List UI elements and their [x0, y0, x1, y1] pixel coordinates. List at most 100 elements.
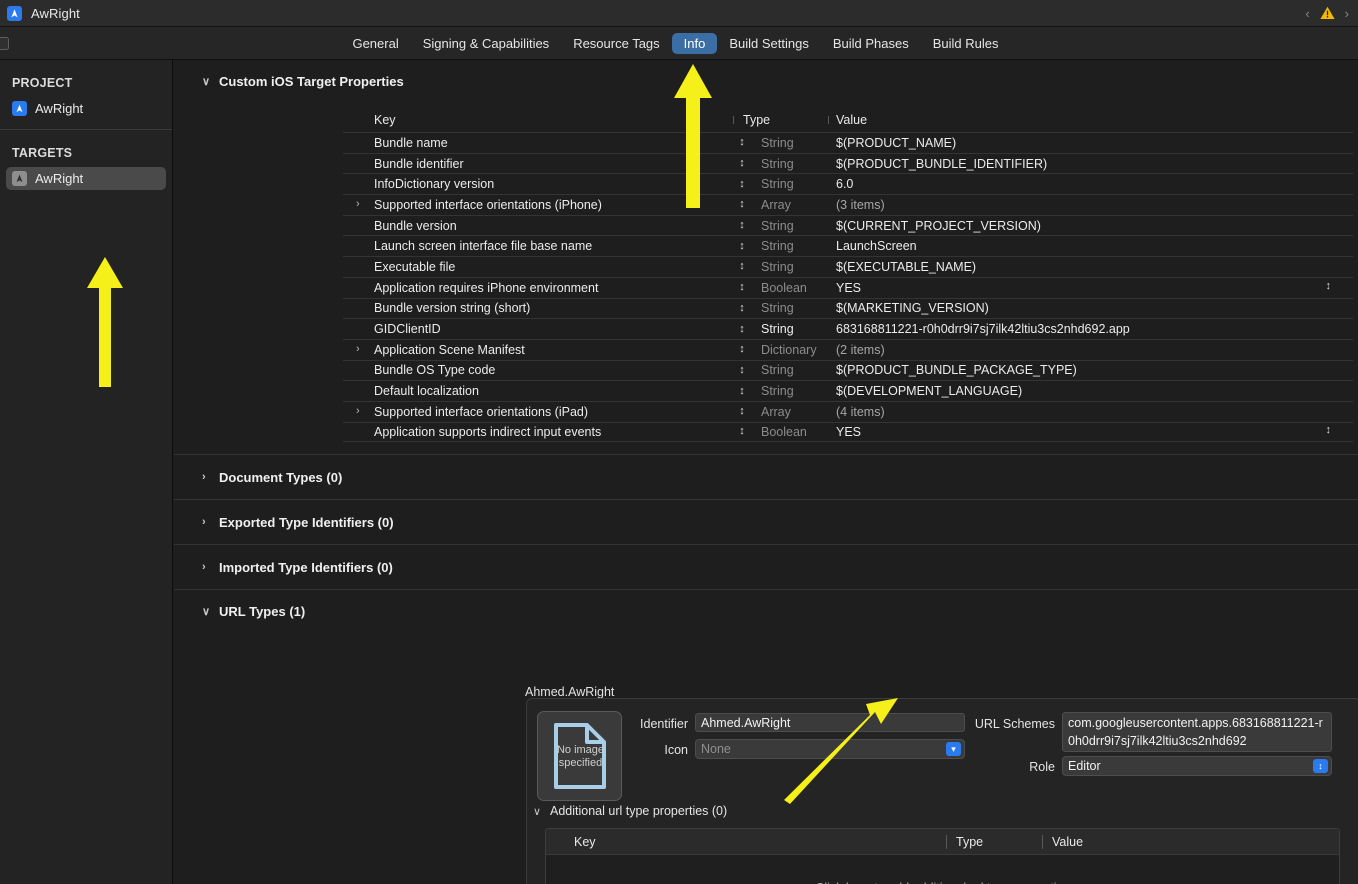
row-value[interactable]: $(PRODUCT_BUNDLE_IDENTIFIER) — [828, 157, 1353, 171]
row-type-stepper-icon[interactable]: ↕ — [733, 261, 751, 272]
row-type: Array — [761, 404, 791, 419]
section-imported-type-identifiers[interactable]: › Imported Type Identifiers (0) — [174, 544, 1358, 589]
row-type: String — [761, 322, 794, 337]
table-body: Bundle name ↕ String $(PRODUCT_NAME) Bundle … — [343, 132, 1353, 443]
table-row[interactable]: GIDClientID ↕ String 683168811221-r0h0drr9i… — [343, 318, 1353, 339]
chevron-right-icon[interactable]: › — [356, 343, 360, 355]
tab-build-rules[interactable]: Build Rules — [921, 33, 1011, 54]
row-value[interactable]: $(EXECUTABLE_NAME) — [828, 260, 1353, 274]
row-value[interactable]: (4 items) — [828, 405, 1353, 419]
chevron-down-icon[interactable]: ∨ — [533, 805, 546, 818]
section-url-types[interactable]: ∨ URL Types (1) — [174, 589, 1358, 633]
table-row[interactable]: Application supports indirect input even… — [343, 421, 1353, 443]
table-row[interactable]: Default localization ↕ String $(DEVELOPMENT… — [343, 380, 1353, 401]
url-type-icon-well[interactable]: No image specified — [537, 711, 622, 801]
identifier-input[interactable] — [695, 713, 965, 732]
row-value[interactable]: $(PRODUCT_NAME) — [828, 136, 1353, 150]
tab-info[interactable]: Info — [671, 32, 718, 54]
row-value[interactable]: $(PRODUCT_BUNDLE_PACKAGE_TYPE) — [828, 363, 1353, 377]
row-key: Bundle name — [374, 135, 448, 150]
table-row[interactable]: Bundle OS Type code ↕ String $(PRODUCT_BUND… — [343, 359, 1353, 381]
pane-toggle-button[interactable] — [0, 36, 9, 50]
url-schemes-input[interactable]: com.googleusercontent.apps.683168811221-… — [1062, 712, 1332, 752]
row-type-stepper-icon[interactable]: ↕ — [733, 344, 751, 355]
additional-url-props-disclosure[interactable]: ∨ Additional url type properties (0) — [533, 804, 727, 818]
row-type: String — [761, 259, 794, 274]
chevron-right-icon[interactable]: › — [356, 405, 360, 417]
popup-stepper-icon[interactable]: ↕ — [1313, 759, 1328, 773]
additional-url-props-title: Additional url type properties (0) — [550, 804, 728, 818]
row-type-stepper-icon[interactable]: ↕ — [733, 406, 751, 417]
row-value[interactable]: $(DEVELOPMENT_LANGUAGE) — [828, 384, 1353, 398]
table-row[interactable]: › Supported interface orientations (iPad)… — [343, 400, 1353, 422]
table-header-row: Key Type Value — [546, 829, 1339, 855]
chevron-down-icon[interactable]: ▾ — [946, 742, 961, 756]
sidebar-item-target-awright[interactable]: AwRight — [6, 167, 166, 190]
row-type-stepper-icon[interactable]: ↕ — [733, 302, 751, 314]
column-header-key: Key — [374, 113, 396, 127]
chevron-right-icon[interactable]: › — [202, 516, 215, 528]
column-header-value: Value — [1042, 834, 1339, 849]
additional-url-props-table: Key Type Value Click here to add additio… — [545, 828, 1340, 884]
row-type: String — [761, 363, 794, 378]
chevron-down-icon[interactable]: ∨ — [202, 605, 215, 618]
row-type-stepper-icon[interactable]: ↕ — [733, 137, 751, 148]
row-value[interactable]: 683168811221-r0h0drr9i7sj7ilk42ltiu3cs2n… — [828, 322, 1353, 336]
row-type: String — [761, 239, 794, 254]
row-value[interactable]: YES ↕ — [828, 281, 1353, 295]
table-header-row: Key Type Value — [343, 108, 1353, 132]
tab-build-settings[interactable]: Build Settings — [717, 33, 821, 54]
row-value[interactable]: $(MARKETING_VERSION) — [828, 301, 1353, 315]
table-row[interactable]: Bundle name ↕ String $(PRODUCT_NAME) — [343, 132, 1353, 153]
row-type-stepper-icon[interactable]: ↕ — [733, 282, 751, 293]
section-document-types[interactable]: › Document Types (0) — [174, 454, 1358, 499]
warning-triangle-icon[interactable] — [1319, 5, 1336, 21]
row-value[interactable]: LaunchScreen — [828, 239, 1353, 253]
table-row[interactable]: Bundle version string (short) ↕ String $(MA… — [343, 297, 1353, 319]
section-title: Exported Type Identifiers (0) — [219, 514, 394, 530]
tab-signing[interactable]: Signing & Capabilities — [411, 33, 561, 54]
table-row[interactable]: Bundle identifier ↕ String $(PRODUCT_BUNDLE… — [343, 152, 1353, 174]
row-value[interactable]: (2 items) — [828, 343, 1353, 357]
column-header-key: Key — [574, 834, 596, 849]
row-type-stepper-icon[interactable]: ↕ — [733, 364, 751, 376]
chevron-down-icon[interactable]: ∨ — [202, 75, 215, 88]
table-row[interactable]: Executable file ↕ String $(EXECUTABLE_NAME) — [343, 256, 1353, 277]
row-type-stepper-icon[interactable]: ↕ — [733, 323, 751, 335]
table-row[interactable]: Bundle version ↕ String $(CURRENT_PROJECT_V… — [343, 214, 1353, 236]
section-custom-ios-target-properties[interactable]: ∨ Custom iOS Target Properties — [174, 74, 404, 89]
row-type-stepper-icon[interactable]: ↕ — [733, 385, 751, 397]
row-value[interactable]: (3 items) — [828, 198, 1353, 212]
chevron-right-icon[interactable]: › — [202, 471, 215, 483]
row-type-stepper-icon[interactable]: ↕ — [733, 199, 751, 210]
boolean-value-stepper-icon[interactable]: ↕ — [1326, 281, 1332, 292]
table-row[interactable]: InfoDictionary version ↕ String 6.0 — [343, 173, 1353, 194]
tab-build-phases[interactable]: Build Phases — [821, 33, 921, 54]
role-dropdown[interactable]: Editor ↕ — [1062, 756, 1332, 776]
back-chevron-icon[interactable]: ‹ — [1305, 7, 1309, 20]
row-type-stepper-icon[interactable]: ↕ — [733, 220, 751, 231]
table-row[interactable]: Launch screen interface file base name ↕ S… — [343, 235, 1353, 256]
row-type: String — [761, 301, 794, 316]
tab-resource-tags[interactable]: Resource Tags — [561, 33, 671, 54]
row-type-stepper-icon[interactable]: ↕ — [733, 158, 751, 169]
row-value[interactable]: $(CURRENT_PROJECT_VERSION) — [828, 219, 1353, 233]
icon-combobox[interactable]: None ▾ — [695, 739, 965, 759]
table-row[interactable]: › Supported interface orientations (iPhon… — [343, 194, 1353, 215]
chevron-right-icon[interactable]: › — [356, 198, 360, 210]
table-row[interactable]: › Application Scene Manifest ↕ Dictionary (2… — [343, 338, 1353, 360]
boolean-value-stepper-icon[interactable]: ↕ — [1326, 425, 1332, 436]
row-value[interactable]: YES ↕ — [828, 425, 1353, 439]
forward-chevron-icon[interactable]: › — [1345, 7, 1349, 20]
column-header-type: Type — [946, 834, 1042, 849]
row-value[interactable]: 6.0 — [828, 177, 1353, 191]
section-exported-type-identifiers[interactable]: › Exported Type Identifiers (0) — [174, 499, 1358, 544]
row-type-stepper-icon[interactable]: ↕ — [733, 426, 751, 437]
chevron-right-icon[interactable]: › — [202, 561, 215, 573]
row-type-stepper-icon[interactable]: ↕ — [733, 178, 751, 190]
table-row[interactable]: Application requires iPhone environment ↕… — [343, 276, 1353, 298]
tab-general[interactable]: General — [340, 33, 410, 54]
row-type-stepper-icon[interactable]: ↕ — [733, 240, 751, 252]
sidebar-item-project-awright[interactable]: AwRight — [6, 97, 166, 120]
add-additional-url-props-placeholder[interactable]: Click here to add additional url type pr… — [546, 855, 1339, 884]
